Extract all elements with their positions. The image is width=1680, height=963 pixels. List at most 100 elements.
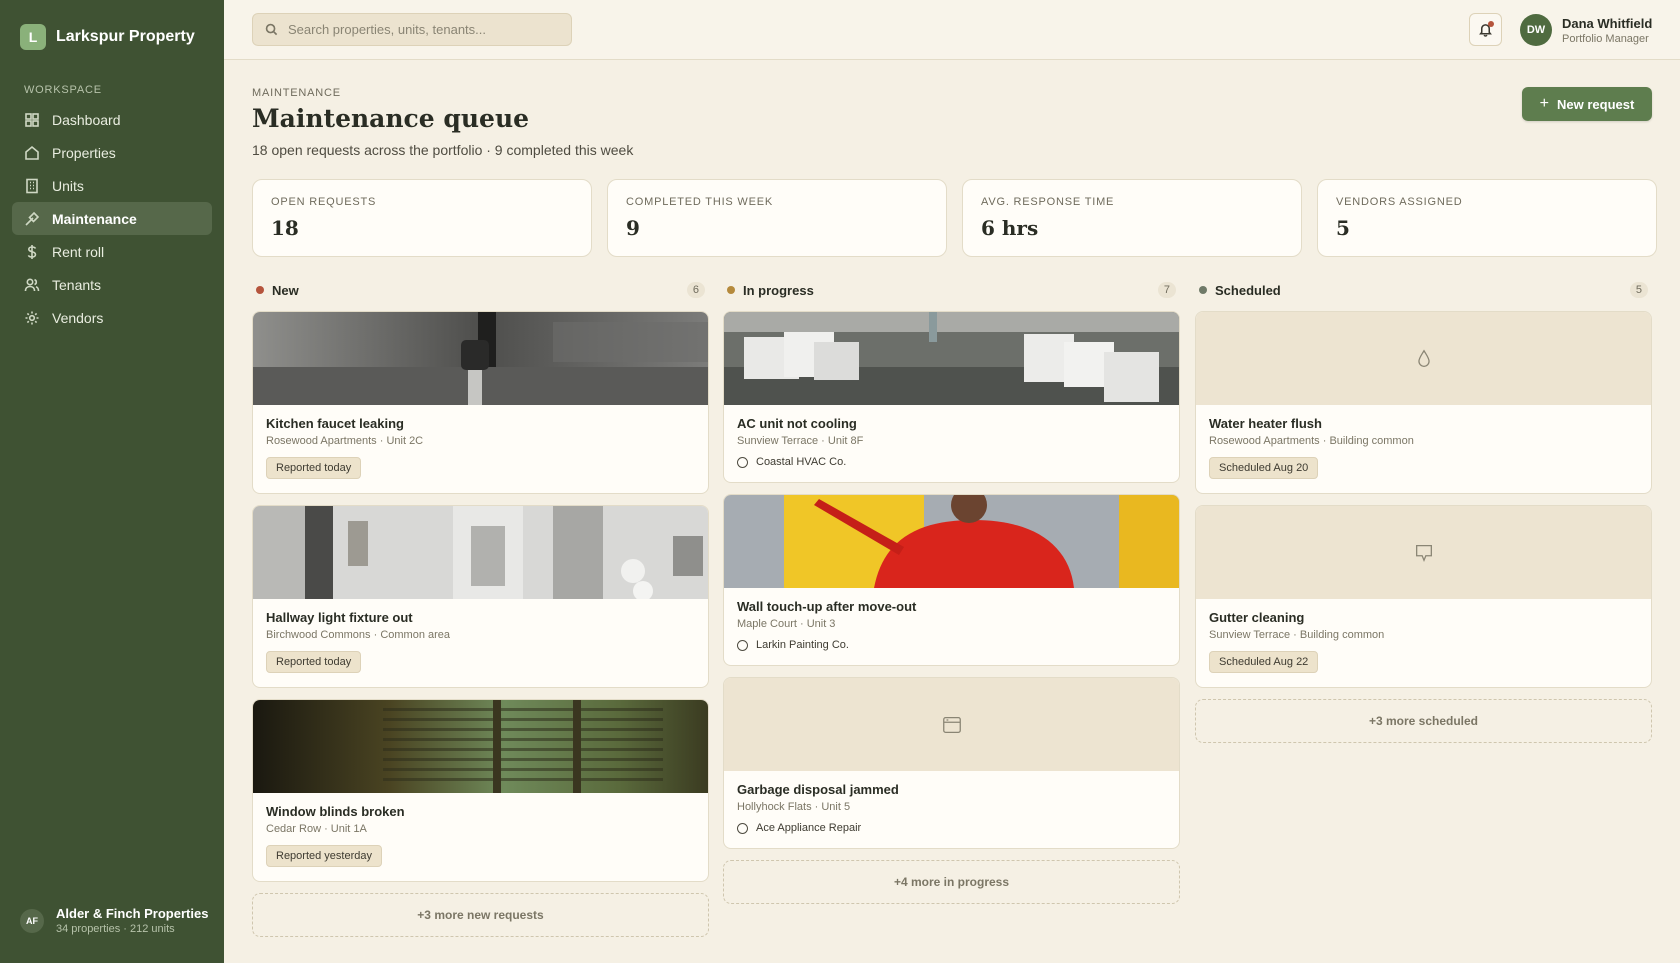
plus-icon: +	[1539, 95, 1550, 112]
brand-name: Larkspur Property	[56, 28, 195, 45]
column-in-progress: In progress 7 AC unit not cooling Sunvie…	[723, 282, 1180, 904]
stat-card: AVG. RESPONSE TIME 6 hrs	[962, 179, 1302, 257]
sidebar-item-units[interactable]: Units	[12, 169, 212, 202]
status-badge: Reported today	[266, 651, 362, 673]
stat-card: COMPLETED THIS WEEK 9	[607, 179, 947, 257]
card-location: Cedar Row · Unit 1A	[266, 823, 367, 835]
sidebar-item-vendors[interactable]: Vendors	[12, 301, 212, 334]
stat-value: 9	[626, 216, 640, 240]
page-title: Maintenance queue	[252, 104, 530, 133]
column-title: In progress	[727, 283, 814, 298]
card-placeholder	[724, 678, 1179, 771]
sidebar-item-tenants[interactable]: Tenants	[12, 268, 212, 301]
column-header: New 6	[252, 282, 709, 298]
grid-icon	[25, 112, 39, 127]
vendor-name: Coastal HVAC Co.	[756, 456, 847, 468]
status-badge: Reported yesterday	[266, 845, 382, 867]
card-photo-hallway	[253, 506, 708, 599]
brand[interactable]: L Larkspur Property	[20, 24, 195, 50]
sidebar-item-properties[interactable]: Properties	[12, 136, 212, 169]
search-icon	[265, 23, 278, 36]
stat-label: AVG. RESPONSE TIME	[981, 196, 1115, 208]
user-menu[interactable]: DW Dana Whitfield Portfolio Manager	[1520, 14, 1652, 46]
column-title: New	[256, 283, 299, 298]
users-icon	[24, 277, 40, 291]
org-name: Alder & Finch Properties	[56, 906, 209, 921]
vendor-icon	[737, 456, 748, 468]
show-more-in-progress-button[interactable]: +4 more in progress	[723, 860, 1180, 904]
column-header: In progress 7	[723, 282, 1180, 298]
avatar: DW	[1520, 14, 1552, 46]
droplet-icon	[1417, 349, 1430, 367]
status-dot	[727, 286, 735, 294]
card-title: Wall touch-up after move-out	[737, 599, 917, 614]
stat-label: OPEN REQUESTS	[271, 196, 377, 208]
stat-value: 6 hrs	[981, 216, 1039, 240]
org-avatar: AF	[20, 908, 44, 933]
vendor-assignment: Ace Appliance Repair	[737, 822, 1166, 834]
column-header: Scheduled 5	[1195, 282, 1652, 298]
card-photo-painting	[724, 495, 1179, 588]
sidebar-item-label: Tenants	[52, 276, 102, 293]
show-more-new-button[interactable]: +3 more new requests	[252, 893, 709, 937]
stats-row: OPEN REQUESTS 18 COMPLETED THIS WEEK 9 A…	[252, 179, 1657, 257]
notifications-button[interactable]	[1469, 13, 1502, 46]
request-card[interactable]: Water heater flush Rosewood Apartments ·…	[1195, 311, 1652, 494]
wrench-icon	[25, 211, 40, 226]
stat-label: VENDORS ASSIGNED	[1336, 196, 1463, 208]
sidebar: L Larkspur Property WORKSPACE Dashboard …	[0, 0, 224, 963]
building-icon	[26, 178, 38, 193]
sidebar-item-label: Vendors	[52, 309, 104, 326]
card-photo-faucet	[253, 312, 708, 405]
card-title: Gutter cleaning	[1209, 610, 1305, 625]
sidebar-item-label: Rent roll	[52, 243, 105, 260]
new-request-button[interactable]: + New request	[1522, 87, 1652, 121]
card-title: Water heater flush	[1209, 416, 1322, 431]
request-card[interactable]: Garbage disposal jammed Hollyhock Flats …	[723, 677, 1180, 849]
card-placeholder	[1196, 312, 1651, 405]
card-title: Garbage disposal jammed	[737, 782, 899, 797]
sidebar-item-label: Units	[52, 177, 84, 194]
column-count: 7	[1157, 282, 1176, 298]
user-name: Dana Whitfield	[1562, 15, 1653, 31]
sidebar-item-rent-roll[interactable]: Rent roll	[12, 235, 212, 268]
card-placeholder	[1196, 506, 1651, 599]
stat-label: COMPLETED THIS WEEK	[626, 196, 774, 208]
request-card[interactable]: Window blinds broken Cedar Row · Unit 1A…	[252, 699, 709, 882]
request-card[interactable]: Hallway light fixture out Birchwood Comm…	[252, 505, 709, 688]
vendor-name: Larkin Painting Co.	[756, 639, 849, 651]
card-location: Rosewood Apartments · Building common	[1209, 435, 1414, 447]
column-new: New 6 Kitchen faucet leaking Rosewood Ap…	[252, 282, 709, 937]
gear-icon	[25, 311, 39, 324]
request-card[interactable]: AC unit not cooling Sunview Terrace · Un…	[723, 311, 1180, 483]
ac-units-photo	[724, 312, 1179, 405]
show-more-scheduled-button[interactable]: +3 more scheduled	[1195, 699, 1652, 743]
request-card[interactable]: Gutter cleaning Sunview Terrace · Buildi…	[1195, 505, 1652, 688]
request-card[interactable]: Kitchen faucet leaking Rosewood Apartmen…	[252, 311, 709, 494]
sidebar-item-maintenance[interactable]: Maintenance	[12, 202, 212, 235]
card-location: Maple Court · Unit 3	[737, 618, 836, 630]
card-location: Sunview Terrace · Building common	[1209, 629, 1385, 641]
card-title: AC unit not cooling	[737, 416, 857, 431]
column-title: Scheduled	[1199, 283, 1281, 298]
search-input[interactable]	[288, 22, 558, 37]
sidebar-item-dashboard[interactable]: Dashboard	[12, 103, 212, 136]
org-switcher[interactable]: AF Alder & Finch Properties 34 propertie…	[20, 906, 208, 935]
painter-photo	[724, 495, 1179, 588]
brand-logo: L	[20, 24, 46, 50]
column-count: 6	[686, 282, 705, 298]
column-title-label: New	[272, 282, 299, 298]
column-title-label: Scheduled	[1215, 282, 1281, 298]
card-title: Hallway light fixture out	[266, 610, 413, 625]
column-count: 5	[1629, 282, 1648, 298]
stat-card: VENDORS ASSIGNED 5	[1317, 179, 1657, 257]
sidebar-item-label: Dashboard	[52, 111, 121, 128]
search-box[interactable]	[252, 13, 572, 46]
vendor-assignment: Larkin Painting Co.	[737, 639, 1166, 651]
home-icon	[25, 145, 39, 160]
request-card[interactable]: Wall touch-up after move-out Maple Court…	[723, 494, 1180, 666]
faucet-photo	[253, 312, 708, 405]
hallway-photo	[253, 506, 708, 599]
card-location: Sunview Terrace · Unit 8F	[737, 435, 864, 447]
status-dot	[1199, 286, 1207, 294]
